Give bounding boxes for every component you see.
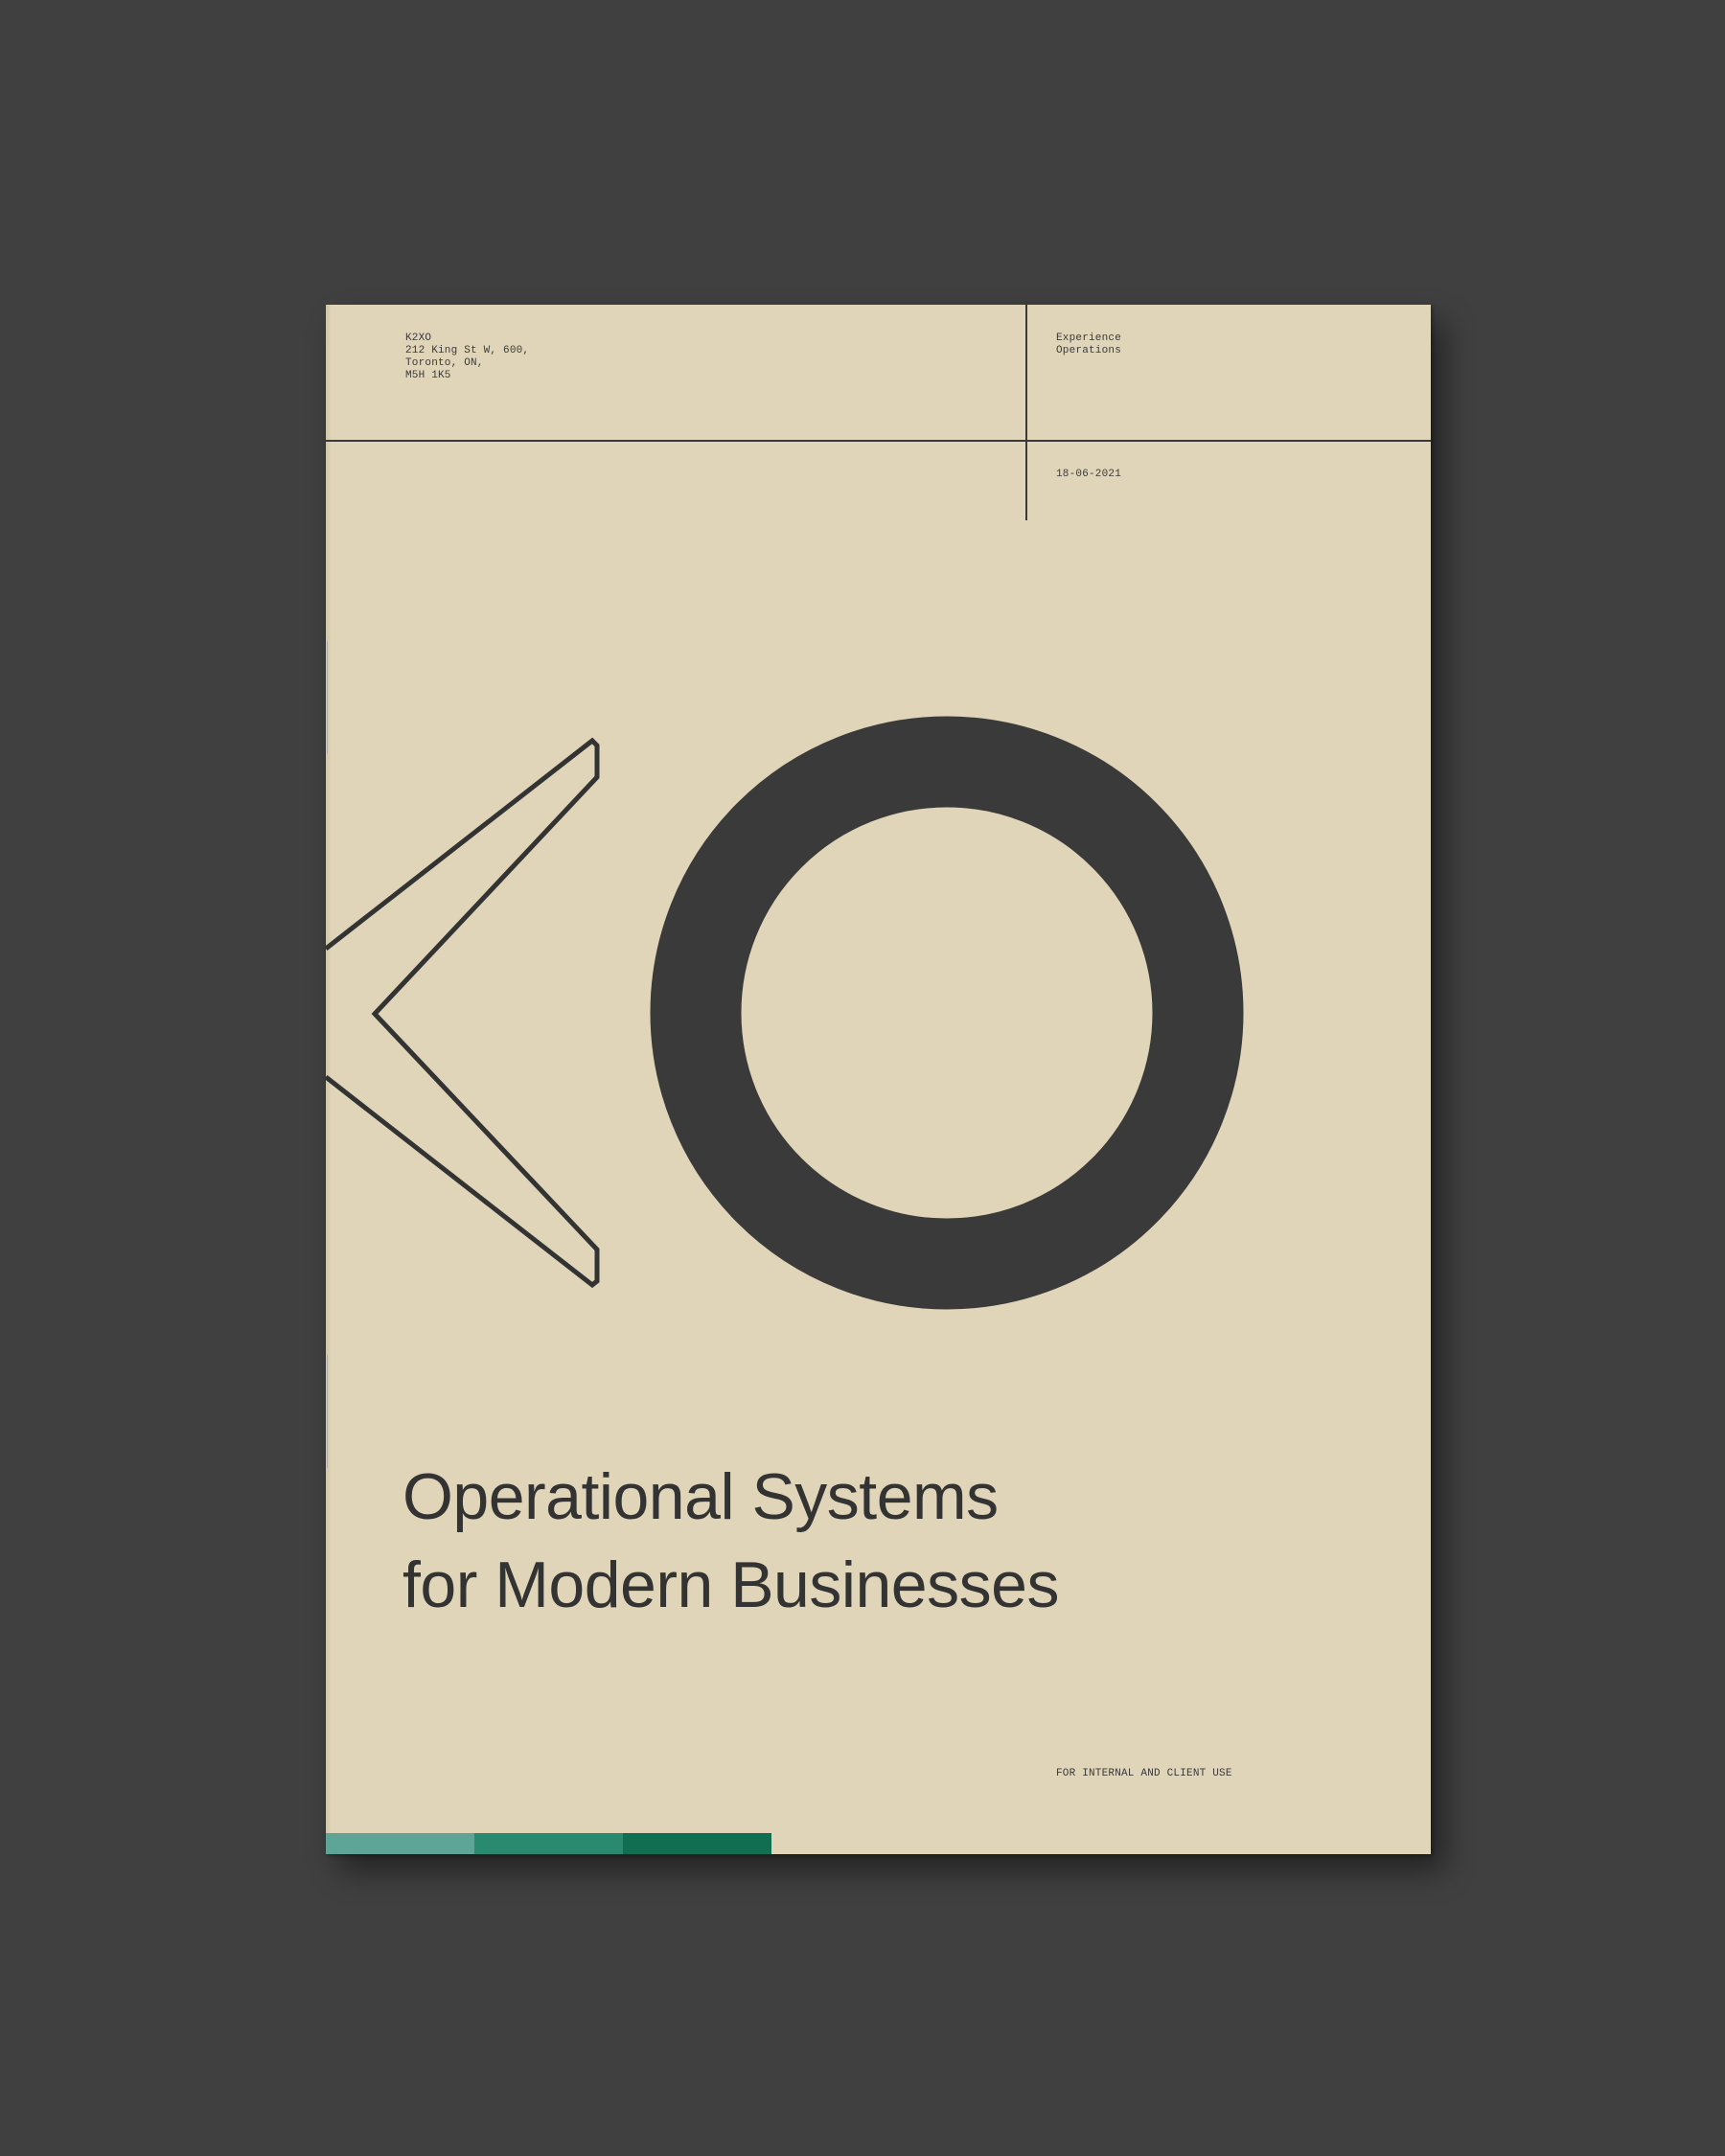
color-stripe-dark (623, 1833, 771, 1854)
cover-title: Operational Systems for Modern Businesse… (402, 1453, 1059, 1629)
ring-mark (650, 716, 1244, 1310)
title-line: for Modern Businesses (402, 1548, 1059, 1621)
usage-note: FOR INTERNAL AND CLIENT USE (1056, 1768, 1232, 1779)
chevron-outline-icon (326, 737, 600, 1289)
title-line: Operational Systems (402, 1460, 999, 1533)
booklet-cover: K2XO 212 King St W, 600, Toronto, ON, M5… (326, 305, 1431, 1854)
color-stripe-light (326, 1833, 474, 1854)
page-background: { "cover": { "address_lines": ["K2XO", "… (0, 0, 1725, 2156)
color-stripe-mid (474, 1833, 623, 1854)
